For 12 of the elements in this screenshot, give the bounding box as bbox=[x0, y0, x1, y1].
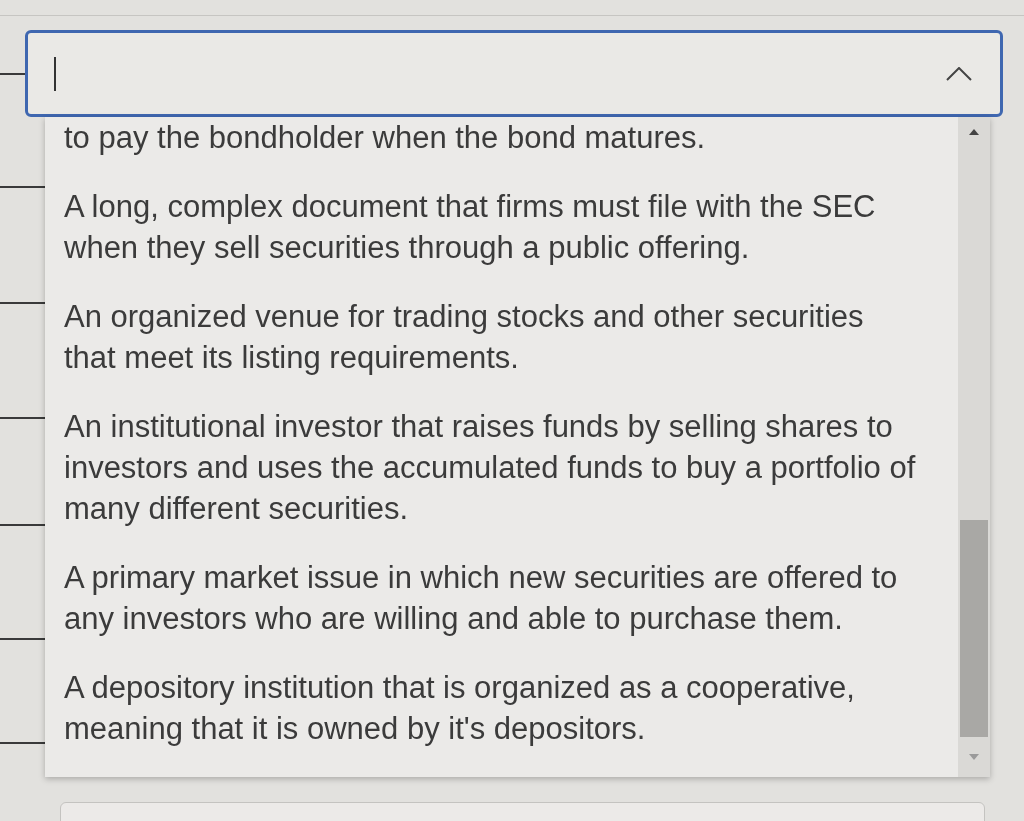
dropdown-option[interactable]: A long, complex document that firms must file with the SEC when they sell securities through a public offering. bbox=[45, 172, 958, 282]
dropdown-field[interactable] bbox=[25, 30, 1003, 117]
scroll-up-icon[interactable] bbox=[969, 129, 979, 135]
dropdown-option[interactable]: A depository institution that is organized as a cooperative, meaning that it is owned by it's depositors. bbox=[45, 653, 958, 763]
dropdown-option[interactable]: to pay the bondholder when the bond matures. bbox=[45, 117, 958, 172]
dropdown-option[interactable]: A primary market issue in which new securities are offered to any investors who are willing and able to purchase them. bbox=[45, 543, 958, 653]
scrollbar[interactable] bbox=[958, 117, 990, 777]
scroll-down-icon[interactable] bbox=[969, 754, 979, 760]
text-cursor bbox=[54, 56, 56, 91]
dropdown-option[interactable]: An organized venue for trading stocks and other securities that meet its listing requirements. bbox=[45, 282, 958, 392]
scrollbar-thumb[interactable] bbox=[960, 520, 988, 737]
dropdown-option[interactable]: An institutional investor that raises funds by selling shares to investors and uses the accumulated funds to buy a portfolio of many different securities. bbox=[45, 392, 958, 543]
